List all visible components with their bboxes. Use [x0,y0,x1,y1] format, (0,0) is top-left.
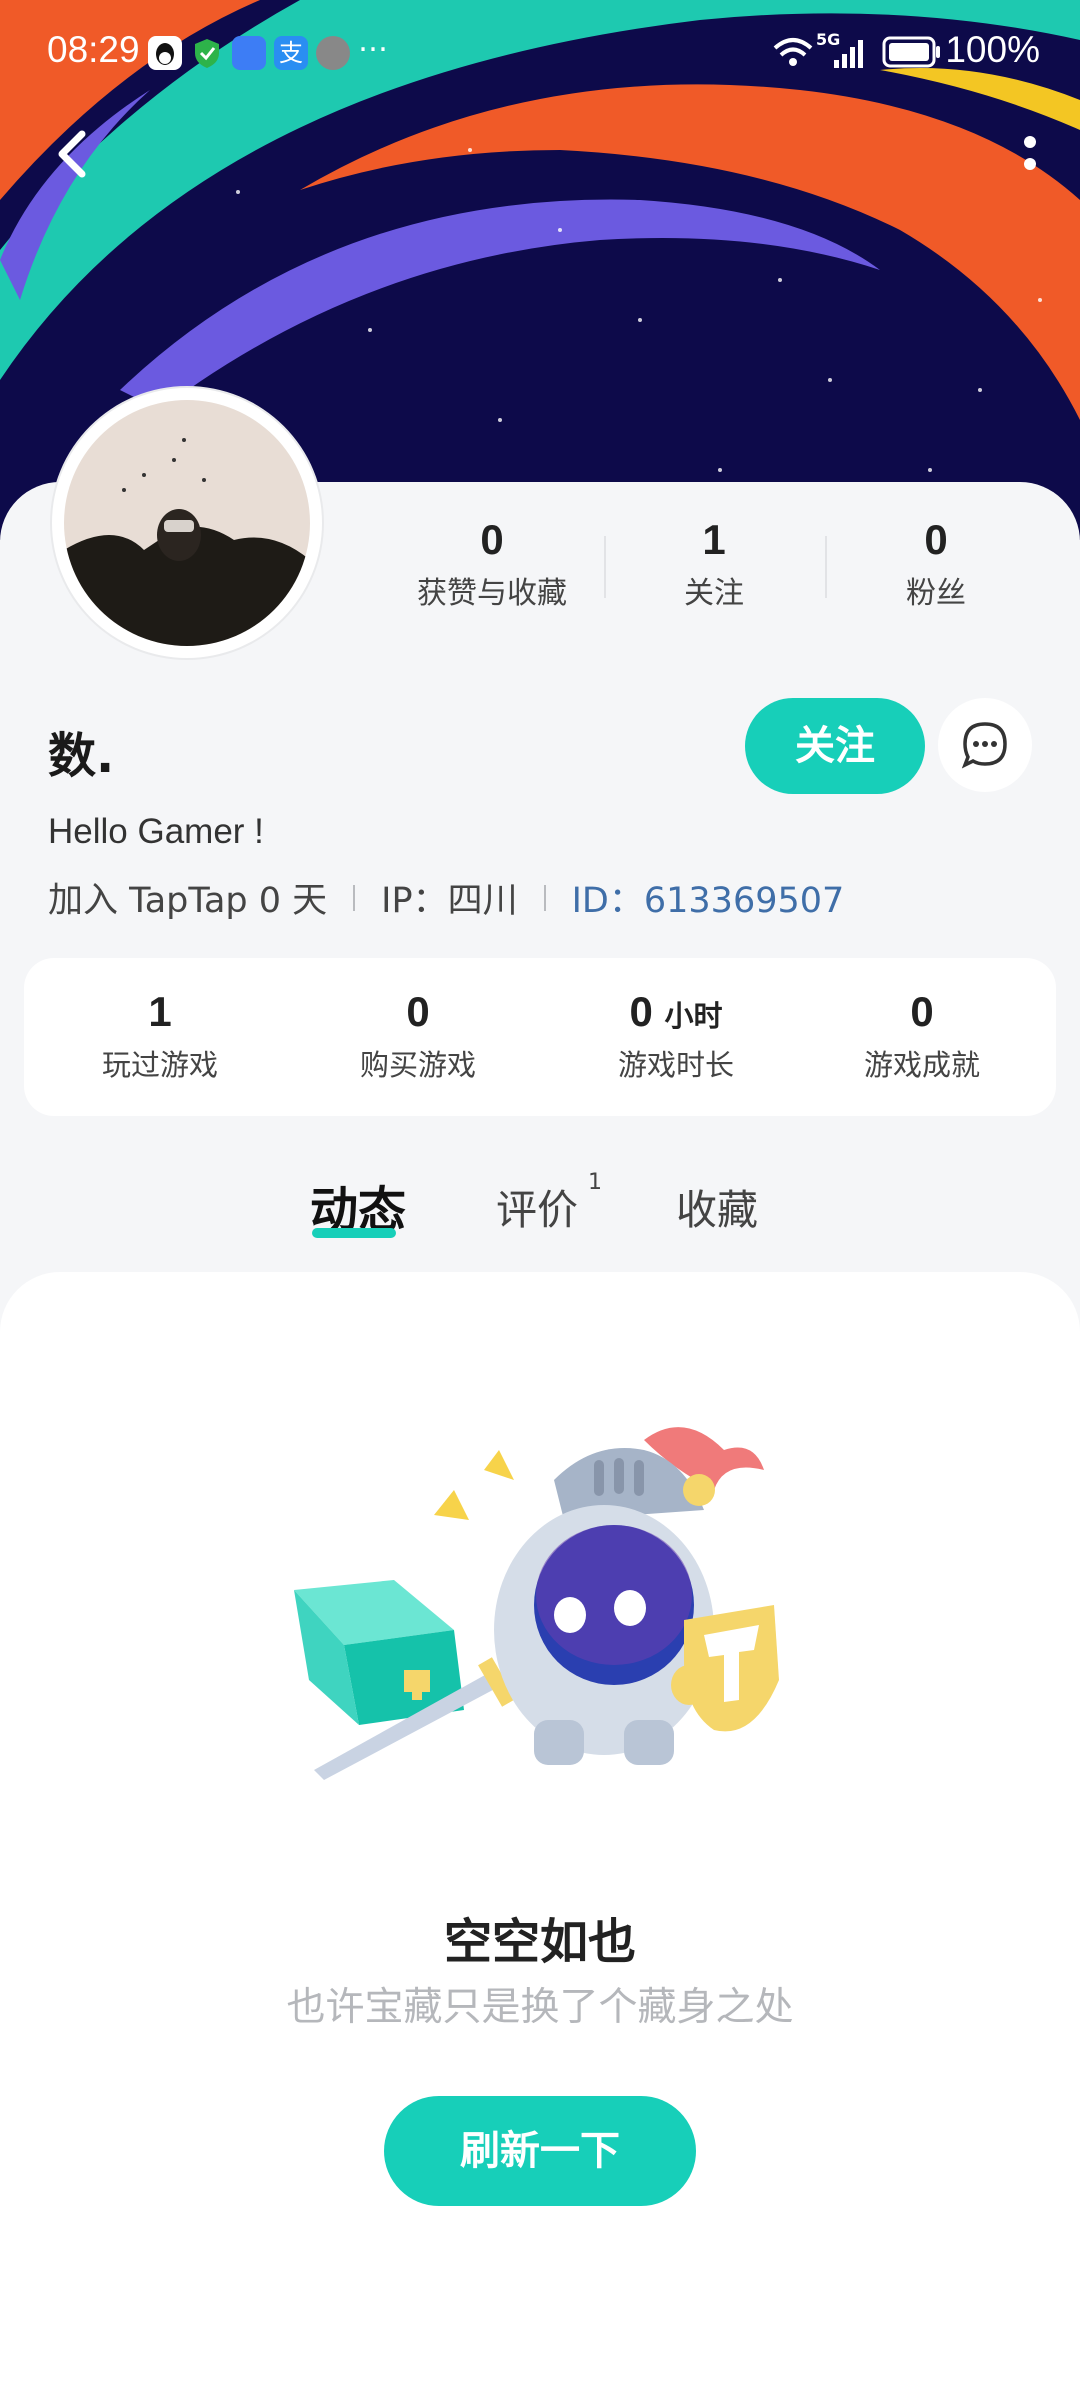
shield-icon [190,36,224,70]
message-button[interactable] [938,698,1032,792]
stat-followers-label: 粉丝 [906,576,966,611]
join-days: 加入 TapTap 0 天 [48,881,328,921]
stat-following-label: 关注 [684,576,744,611]
back-button[interactable] [40,118,110,188]
play-time-stat[interactable]: 0 小时 游戏时长 [556,988,796,1084]
profile-meta: 加入 TapTap 0 天 IP：四川 ID：613369507 [48,872,844,923]
chevron-left-icon [58,130,86,178]
achievements-label: 游戏成就 [863,1048,980,1082]
stat-following-value: 1 [702,516,726,563]
achievements-value: 0 [910,988,934,1035]
empty-state-title: 空空如也 [443,1914,636,1970]
alipay-icon: 支 [274,36,308,70]
avatar-image [64,400,310,646]
played-games-label: 玩过游戏 [101,1048,218,1082]
mail-app-icon [232,36,266,70]
wifi-icon [772,34,814,74]
battery-percent: 100% [945,29,1040,70]
achievements-stat[interactable]: 0 游戏成就 [802,988,1042,1084]
play-time-label: 游戏时长 [617,1048,734,1082]
settings-app-icon [316,36,350,70]
tab-favorites[interactable]: 收藏 [676,1176,758,1236]
user-id[interactable]: ID：613369507 [572,872,845,923]
bio: Hello Gamer ! [48,812,264,851]
ip-location: IP：四川 [381,881,518,921]
chat-bubble-icon [961,722,1007,769]
stat-followers[interactable]: 0 粉丝 [836,516,1036,612]
refresh-button[interactable]: 刷新一下 [384,2096,696,2206]
follow-button[interactable]: 关注 [745,698,925,794]
more-options-button[interactable] [1010,130,1050,180]
divider [543,884,546,911]
feed-content: 空空如也 也许宝藏只是换了个藏身之处 刷新一下 [0,1272,1080,2400]
stat-likes-value: 0 [480,516,504,563]
more-notifications-icon: … [358,24,388,59]
stat-likes[interactable]: 0 获赞与收藏 [392,516,592,612]
divider [825,536,827,598]
stat-followers-value: 0 [924,516,948,563]
tab-reviews-label: 评价 [496,1186,578,1234]
qq-icon [148,36,182,70]
tab-reviews-badge: 1 [588,1170,602,1195]
play-time-value: 0 小时 [629,988,723,1035]
played-games-stat[interactable]: 1 玩过游戏 [40,988,280,1084]
battery-icon [882,36,942,72]
active-tab-indicator [312,1228,396,1238]
stat-following[interactable]: 1 关注 [614,516,814,612]
divider [353,884,356,911]
divider [604,536,606,598]
avatar[interactable] [52,388,322,658]
purchased-games-label: 购买游戏 [359,1048,476,1082]
username: 数. [48,728,115,784]
status-bar: 08:29 支 … 5G 100% [0,0,1080,104]
played-games-value: 1 [148,988,172,1035]
empty-state-subtitle: 也许宝藏只是换了个藏身之处 [286,1985,794,2030]
game-stats-card: 1 玩过游戏 0 购买游戏 0 小时 游戏时长 0 游戏成就 [24,958,1056,1116]
purchased-games-value: 0 [406,988,430,1035]
empty-knight-illustration [284,1420,824,1824]
stat-likes-label: 获赞与收藏 [417,576,567,611]
signal-icon [832,38,868,72]
status-time: 08:29 [47,29,140,70]
purchased-games-stat[interactable]: 0 购买游戏 [298,988,538,1084]
tab-reviews[interactable]: 评价 1 [496,1170,602,1236]
more-vertical-icon [1024,136,1036,170]
